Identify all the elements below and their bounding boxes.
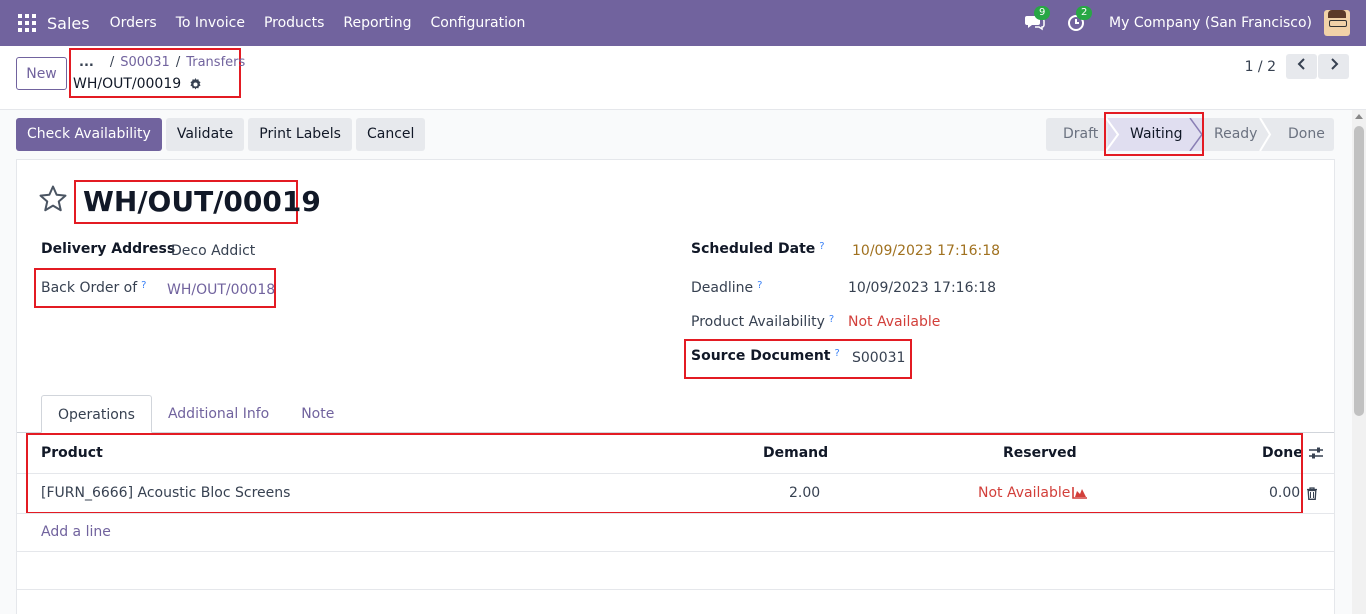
app-brand[interactable]: Sales (47, 14, 90, 33)
stage-draft[interactable]: Draft (1046, 118, 1108, 151)
breadcrumb-item-transfers[interactable]: Transfers (186, 55, 245, 70)
deadline-value[interactable]: 10/09/2023 17:16:18 (848, 280, 996, 296)
stage-arrow-ready-done (1259, 118, 1272, 151)
page-scrollbar[interactable] (1352, 110, 1366, 614)
breadcrumb-more[interactable]: ... (79, 55, 94, 70)
add-line-link[interactable]: Add a line (41, 524, 111, 540)
breadcrumb-separator: / (175, 55, 181, 70)
scheduled-date-value[interactable]: 10/09/2023 17:16:18 (852, 243, 1000, 259)
column-settings-icon[interactable] (1308, 446, 1324, 460)
back-order-label-text: Back Order of (41, 280, 138, 296)
scroll-up-icon[interactable] (1355, 114, 1363, 119)
gear-icon[interactable] (189, 77, 202, 91)
top-navbar: Sales Orders To Invoice Products Reporti… (0, 0, 1366, 46)
action-bar: Check Availability Validate Print Labels… (16, 118, 429, 151)
tab-additional-info[interactable]: Additional Info (152, 395, 285, 433)
pager-next-button[interactable] (1318, 54, 1349, 79)
back-order-value[interactable]: WH/OUT/00018 (167, 282, 275, 298)
footer-divider (17, 551, 1334, 552)
scroll-thumb[interactable] (1354, 126, 1364, 416)
help-icon[interactable]: ? (829, 314, 834, 325)
activities-button[interactable]: 2 (1067, 6, 1093, 33)
footer-divider-2 (17, 589, 1334, 590)
menu-products[interactable]: Products (264, 15, 324, 31)
breadcrumb: ... / S00031 / Transfers (79, 55, 245, 70)
breadcrumb-separator: / (109, 55, 115, 70)
chevron-right-icon (1330, 58, 1338, 70)
product-availability-label-text: Product Availability (691, 314, 825, 330)
activities-count-badge: 2 (1076, 6, 1093, 20)
current-stage-highlight (1104, 112, 1204, 156)
product-availability-label: Product Availability? (691, 314, 834, 330)
company-switcher[interactable]: My Company (San Francisco) (1109, 15, 1312, 31)
record-title: WH/OUT/00019 (83, 185, 321, 218)
row-divider (17, 513, 1334, 514)
delivery-address-label: Delivery Address (41, 241, 176, 257)
pager-value[interactable]: 1 / 2 (1245, 59, 1276, 75)
source-document-label-text: Source Document (691, 348, 831, 364)
pager-previous-button[interactable] (1286, 54, 1317, 79)
breadcrumb-current: WH/OUT/00019 (73, 76, 202, 92)
print-labels-button[interactable]: Print Labels (248, 118, 352, 151)
control-panel: New ... / S00031 / Transfers WH/OUT/00019 1 … (0, 46, 1366, 110)
messages-button[interactable]: 9 (1025, 6, 1051, 33)
product-availability-value: Not Available (848, 314, 941, 330)
chevron-left-icon (1297, 58, 1305, 70)
current-record-name: WH/OUT/00019 (73, 76, 182, 92)
messages-count-badge: 9 (1034, 6, 1051, 20)
validate-button[interactable]: Validate (165, 118, 245, 151)
help-icon[interactable]: ? (835, 348, 840, 359)
menu-to-invoice[interactable]: To Invoice (176, 15, 245, 31)
operations-table-highlight (26, 433, 1303, 514)
source-document-label: Source Document? (691, 348, 840, 364)
notebook-tabs: Operations Additional Info Note (41, 395, 350, 433)
breadcrumb-highlight: ... / S00031 / Transfers WH/OUT/00019 (69, 48, 245, 98)
check-availability-button[interactable]: Check Availability (16, 118, 162, 151)
breadcrumb-item-order[interactable]: S00031 (120, 55, 170, 70)
help-icon[interactable]: ? (819, 241, 824, 252)
stage-done[interactable]: Done (1264, 118, 1334, 151)
scheduled-date-label-text: Scheduled Date (691, 241, 816, 257)
menu-orders[interactable]: Orders (110, 15, 157, 31)
tab-note[interactable]: Note (285, 395, 350, 433)
trash-icon[interactable] (1306, 487, 1318, 500)
new-button[interactable]: New (16, 57, 67, 90)
menu-configuration[interactable]: Configuration (430, 15, 525, 31)
source-document-value[interactable]: S00031 (852, 350, 905, 366)
delivery-address-value[interactable]: Deco Addict (171, 243, 255, 259)
star-icon[interactable] (38, 184, 68, 214)
user-avatar[interactable] (1324, 10, 1350, 36)
app-grid-icon[interactable] (18, 14, 36, 32)
scheduled-date-label: Scheduled Date? (691, 241, 825, 257)
deadline-label: Deadline? (691, 280, 762, 296)
form-sheet (16, 159, 1335, 614)
help-icon[interactable]: ? (757, 280, 762, 291)
menu-reporting[interactable]: Reporting (343, 15, 411, 31)
cancel-button[interactable]: Cancel (355, 118, 426, 151)
tab-operations[interactable]: Operations (41, 395, 152, 433)
back-order-label: Back Order of? (41, 280, 146, 296)
help-icon[interactable]: ? (141, 280, 146, 291)
deadline-label-text: Deadline (691, 280, 754, 296)
